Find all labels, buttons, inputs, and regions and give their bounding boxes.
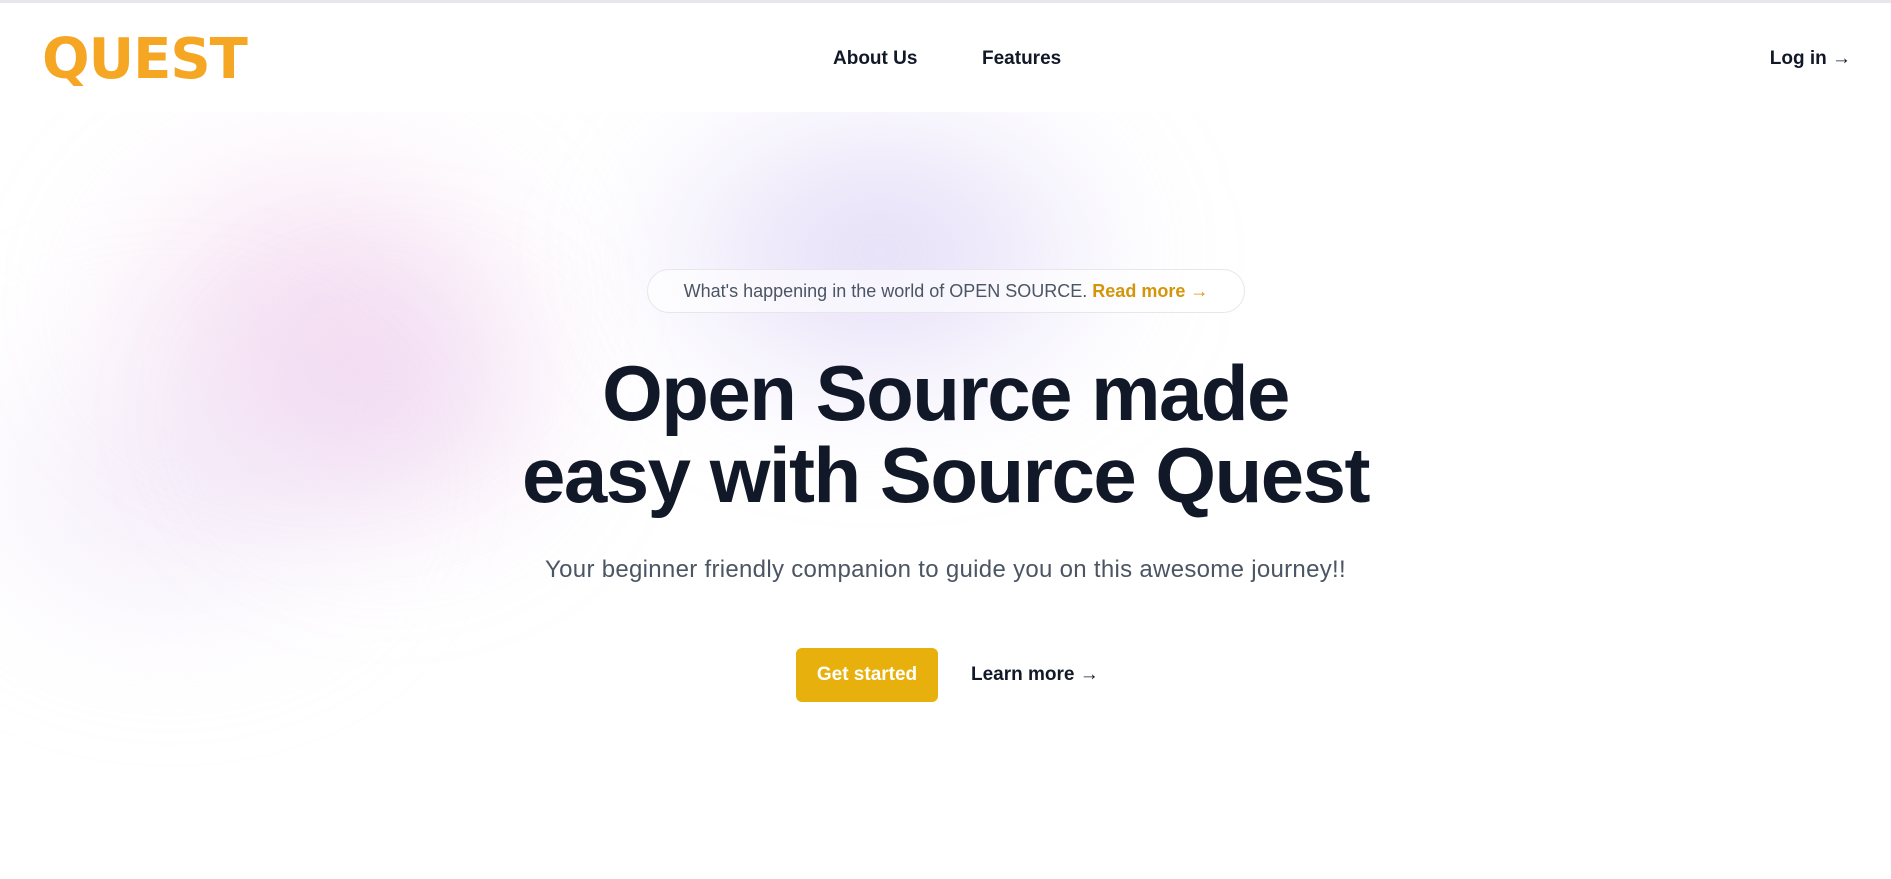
login-link[interactable]: Log in → xyxy=(1770,48,1851,70)
headline-line-2: easy with Source Quest xyxy=(522,431,1370,519)
read-more-link[interactable]: Read more → xyxy=(1092,281,1208,301)
nav-features[interactable]: Features xyxy=(982,48,1061,70)
announcement-text: What's happening in the world of OPEN SO… xyxy=(683,281,1088,301)
learn-more-link[interactable]: Learn more → xyxy=(971,664,1099,686)
hero-subheadline: Your beginner friendly companion to guid… xyxy=(545,556,1346,583)
headline-line-1: Open Source made xyxy=(602,349,1290,437)
quest-logo[interactable]: QUEST xyxy=(42,28,248,92)
get-started-button[interactable]: Get started xyxy=(796,648,938,702)
site-header: QUEST About Us Features Log in → xyxy=(0,3,1891,112)
announcement-pill: What's happening in the world of OPEN SO… xyxy=(647,269,1245,313)
hero-headline: Open Source made easy with Source Quest xyxy=(0,352,1891,516)
nav-about-us[interactable]: About Us xyxy=(833,48,917,70)
